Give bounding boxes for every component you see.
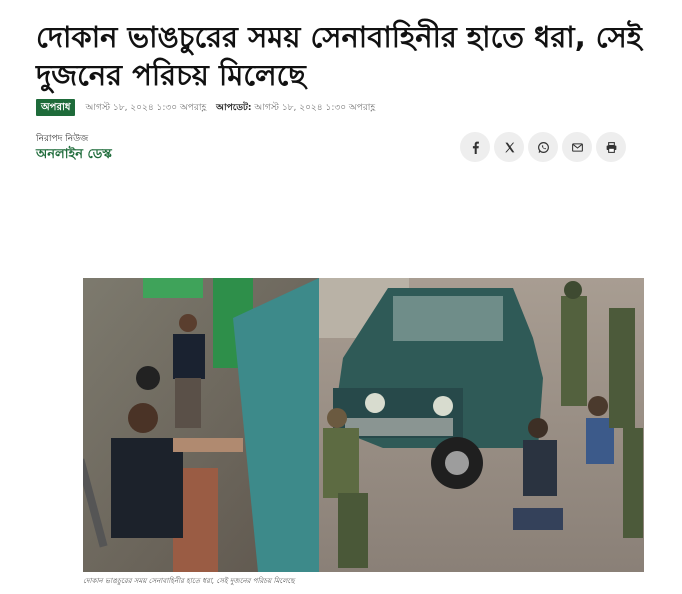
image-caption: দোকান ভাঙচুরের সময় সেনাবাহিনীর হাতে ধরা… xyxy=(83,577,295,585)
email-icon xyxy=(571,141,584,154)
updated-label: আপডেট: xyxy=(216,102,252,113)
share-facebook-button[interactable] xyxy=(460,132,490,162)
share-x-button[interactable] xyxy=(494,132,524,162)
source-name: নিরাপদ নিউজ xyxy=(36,134,89,144)
updated-date: আগস্ট ১৮, ২০২৪ ১:৩০ অপরাহ্ণ xyxy=(254,102,376,113)
share-buttons xyxy=(460,132,626,162)
facebook-icon xyxy=(469,141,482,154)
share-whatsapp-button[interactable] xyxy=(528,132,558,162)
byline: নিরাপদ নিউজ অনলাইন ডেস্ক xyxy=(36,133,112,164)
share-email-button[interactable] xyxy=(562,132,592,162)
author-name[interactable]: অনলাইন ডেস্ক xyxy=(36,146,112,164)
article-headline: দোকান ভাঙচুরের সময় সেনাবাহিনীর হাতে ধরা… xyxy=(36,20,642,92)
article-meta: অপরাধ আগস্ট ১৮, ২০২৪ ১:৩০ অপরাহ্ণ আপডেট:… xyxy=(36,98,375,116)
x-icon xyxy=(503,141,516,154)
whatsapp-icon xyxy=(537,141,550,154)
published-date: আগস্ট ১৮, ২০২৪ ১:৩০ অপরাহ্ণ xyxy=(85,102,207,113)
news-photo xyxy=(83,278,644,572)
category-badge[interactable]: অপরাধ xyxy=(36,98,76,116)
updated-info: আপডেট: আগস্ট ১৮, ২০২৪ ১:৩০ অপরাহ্ণ xyxy=(216,100,375,115)
print-button[interactable] xyxy=(596,132,626,162)
print-icon xyxy=(605,141,618,154)
article-image[interactable] xyxy=(83,278,644,572)
